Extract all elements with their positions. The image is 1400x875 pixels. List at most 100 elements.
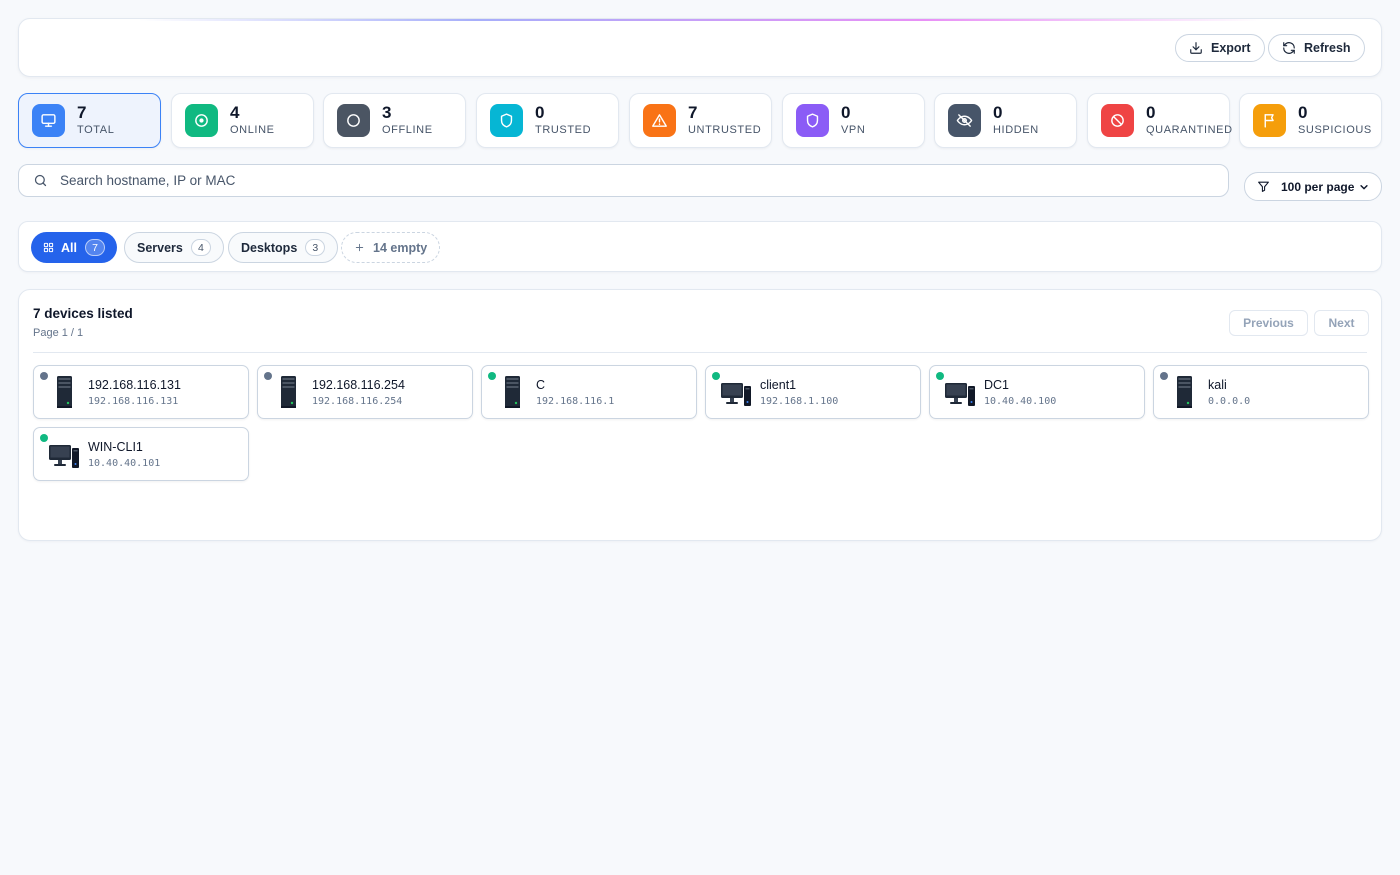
stat-value: 0 [993,103,1003,122]
stat-label: TOTAL [77,124,115,136]
export-label: Export [1211,41,1251,55]
server-icon [57,376,72,408]
desktop-icon [721,383,751,406]
stat-card-offline[interactable]: 3 OFFLINE [323,93,466,148]
filter-chip-all[interactable]: All 7 [31,232,117,263]
status-dot [40,372,48,380]
search-icon [34,174,47,187]
device-name: client1 [760,378,797,392]
chip-label: Servers [137,240,183,255]
stat-card-untrusted[interactable]: 7 UNTRUSTED [629,93,772,148]
stat-icon-box [643,104,676,137]
stat-value: 0 [535,103,545,122]
device-card[interactable]: C 192.168.116.1 [481,365,697,419]
stat-icon-box [337,104,370,137]
device-count-title: 7 devices listed [33,306,133,321]
vpn-shield-icon [806,113,819,128]
status-dot [264,372,272,380]
stat-card-hidden[interactable]: 0 HIDDEN [934,93,1077,148]
stat-label: ONLINE [230,124,275,136]
device-name: kali [1208,378,1227,392]
status-dot [1160,372,1168,380]
online-icon [195,114,208,127]
chevron-down-icon [1360,184,1369,189]
stat-label: OFFLINE [382,124,433,136]
device-card[interactable]: 192.168.116.254 192.168.116.254 [257,365,473,419]
status-dot [40,434,48,442]
stat-label: QUARANTINED [1146,124,1233,136]
download-icon [1190,42,1202,54]
stat-icon-box [1101,104,1134,137]
device-ip: 192.168.1.100 [760,396,839,407]
refresh-icon [1283,42,1295,54]
stat-label: TRUSTED [535,124,592,136]
status-dot [488,372,496,380]
device-card[interactable]: client1 192.168.1.100 [705,365,921,419]
stat-icon-box [185,104,218,137]
category-filter-bar: All 7 Servers 4 Desktops 3 14 empty [18,221,1382,272]
refresh-button[interactable]: Refresh [1268,34,1365,62]
device-name: 192.168.116.254 [312,378,405,392]
offline-icon [347,114,360,127]
stat-value: 0 [841,103,851,122]
device-list-panel: 7 devices listed Page 1 / 1 Previous Nex… [18,289,1382,541]
warning-icon [652,114,667,127]
page-indicator: Page 1 / 1 [33,327,84,339]
search-input[interactable] [60,173,1160,188]
device-name: DC1 [984,378,1010,392]
page-header: Export Refresh [18,18,1382,77]
stat-card-vpn[interactable]: 0 VPN [782,93,925,148]
per-page-select[interactable]: 100 per page [1244,172,1382,201]
stat-label: SUSPICIOUS [1298,124,1372,136]
filter-chip-empty[interactable]: 14 empty [341,232,441,263]
chip-count: 7 [84,239,105,256]
stat-label: UNTRUSTED [688,124,762,136]
device-card[interactable]: DC1 10.40.40.100 [929,365,1145,419]
server-icon [1177,376,1192,408]
stat-card-online[interactable]: 4 ONLINE [171,93,314,148]
desktop-icon [49,445,79,468]
server-icon [281,376,296,408]
ban-icon [1111,114,1124,127]
stat-label: VPN [841,124,866,136]
chip-label: All [61,240,77,255]
divider [33,352,1367,353]
stat-icon-box [490,104,523,137]
stat-value: 0 [1298,103,1308,122]
previous-button[interactable]: Previous [1229,310,1308,336]
filter-chip-servers[interactable]: Servers 4 [124,232,224,263]
export-button[interactable]: Export [1175,34,1265,62]
filter-icon [1258,181,1269,192]
per-page-value: 100 per page [1281,179,1355,194]
stat-icon-box [948,104,981,137]
status-dot [936,372,944,380]
stat-card-quarantined[interactable]: 0 QUARANTINED [1087,93,1233,148]
chip-label: 14 empty [373,240,428,255]
chip-label: Desktops [241,240,298,255]
stat-icon-box [32,104,65,137]
device-card[interactable]: kali 0.0.0.0 [1153,365,1369,419]
stat-value: 0 [1146,103,1156,122]
stat-card-suspicious[interactable]: 0 SUSPICIOUS [1239,93,1382,148]
device-card[interactable]: 192.168.116.131 192.168.116.131 [33,365,249,419]
device-name: 192.168.116.131 [88,378,181,392]
stat-value: 4 [230,103,240,122]
stat-card-total[interactable]: 7 TOTAL [18,93,161,148]
device-name: C [536,378,546,392]
device-ip: 192.168.116.131 [88,396,179,407]
desktop-icon [945,383,975,406]
stat-value: 7 [77,103,87,122]
device-ip: 192.168.116.1 [536,396,615,407]
device-ip: 0.0.0.0 [1208,396,1251,407]
stat-value: 7 [688,103,698,122]
stat-label: HIDDEN [993,124,1039,136]
stat-card-trusted[interactable]: 0 TRUSTED [476,93,619,148]
stats-row: 7 TOTAL 4 ONLINE 3 OFFLINE 0 TRUSTED 7 UNTRUS… [18,93,1382,148]
next-button[interactable]: Next [1314,310,1369,336]
filter-chip-desktops[interactable]: Desktops 3 [228,232,339,263]
device-ip: 10.40.40.100 [984,396,1057,407]
device-ip: 192.168.116.254 [312,396,403,407]
stat-value: 3 [382,103,392,122]
header-accent-line [139,19,1261,21]
device-card[interactable]: WIN-CLI1 10.40.40.101 [33,427,249,481]
